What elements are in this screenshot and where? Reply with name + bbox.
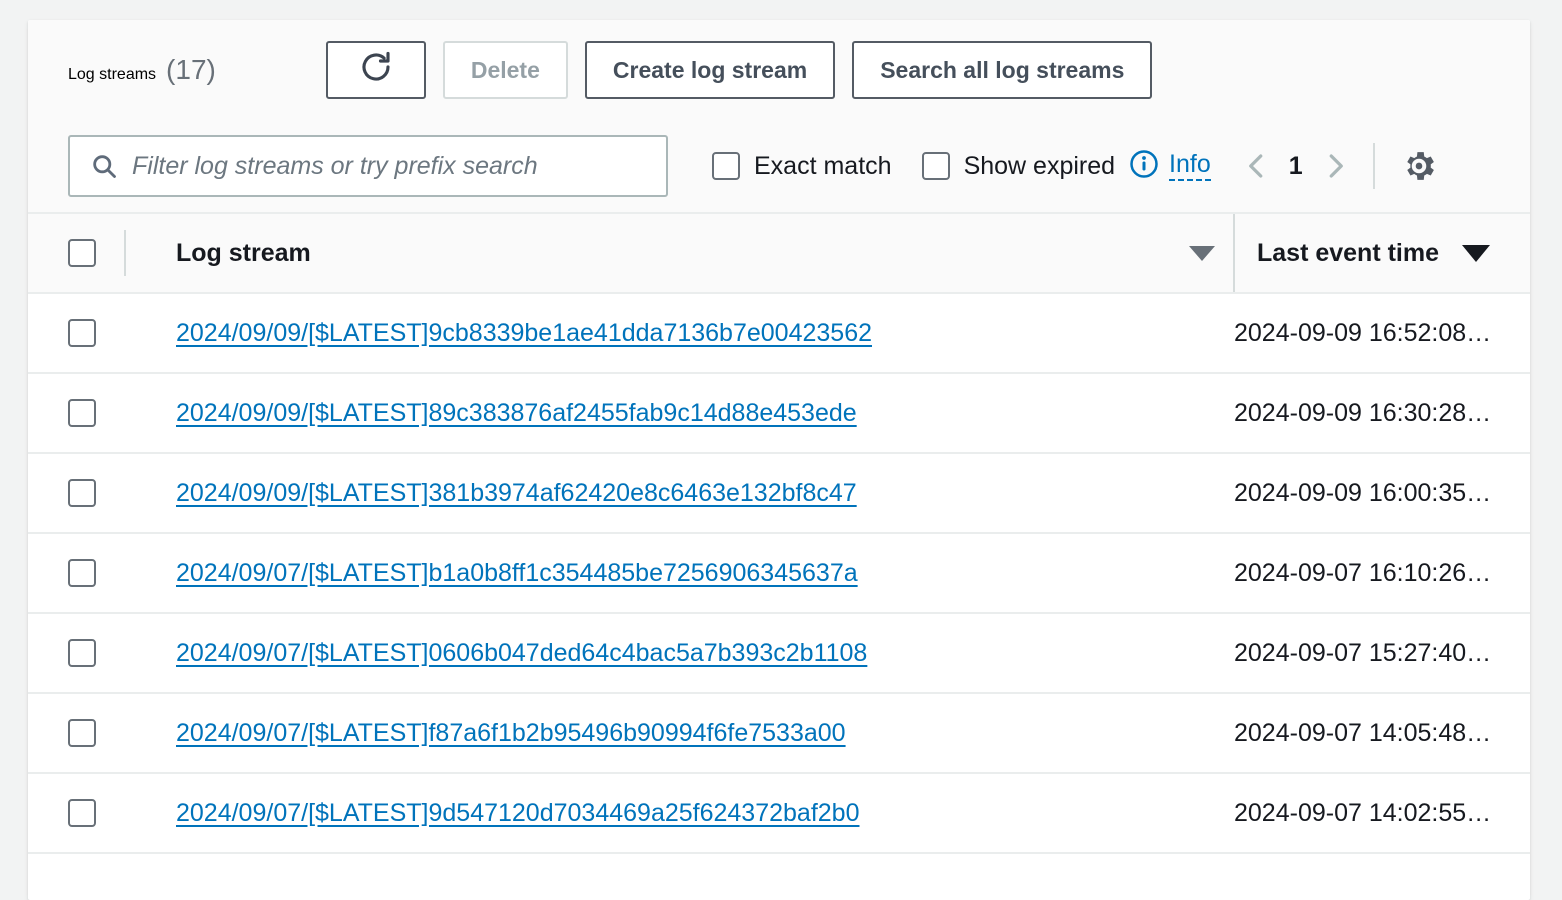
row-select-cell — [28, 613, 144, 694]
column-header-log-stream-label: Log stream — [176, 238, 311, 267]
row-select-cell — [28, 453, 144, 534]
table-row[interactable]: 2024/09/09/[$LATEST]9cb8339be1ae41dda713… — [28, 293, 1530, 374]
exact-match-label: Exact match — [754, 151, 892, 180]
log-stream-link[interactable]: 2024/09/07/[$LATEST]f87a6f1b2b95496b9099… — [144, 719, 846, 748]
pagination: 1 — [1237, 143, 1441, 189]
row-checkbox[interactable] — [68, 319, 96, 347]
filter-row: Exact match Show expired Info — [28, 120, 1530, 212]
delete-button[interactable]: Delete — [442, 41, 568, 99]
row-checkbox[interactable] — [68, 799, 96, 827]
header-divider — [124, 230, 126, 276]
show-expired-checkbox[interactable] — [921, 152, 950, 180]
pagination-prev-button[interactable] — [1237, 146, 1277, 186]
exact-match-checkbox[interactable] — [712, 152, 740, 180]
row-select-cell — [28, 373, 144, 454]
row-select-cell — [28, 293, 144, 374]
row-log-stream-cell: 2024/09/09/[$LATEST]381b3974af62420e8c64… — [144, 453, 1234, 534]
search-all-log-streams-button[interactable]: Search all log streams — [852, 41, 1153, 99]
log-stream-link[interactable]: 2024/09/09/[$LATEST]9cb8339be1ae41dda713… — [144, 319, 872, 348]
log-streams-table: Log stream Last event time 2024/09/09/[$… — [28, 212, 1530, 854]
pagination-page-1[interactable]: 1 — [1277, 152, 1315, 181]
search-icon — [90, 152, 118, 180]
row-checkbox[interactable] — [68, 719, 96, 747]
row-log-stream-cell: 2024/09/07/[$LATEST]9d547120d7034469a25f… — [144, 773, 1234, 854]
column-header-last-event-time[interactable]: Last event time — [1233, 212, 1530, 294]
filter-search-box[interactable] — [68, 135, 668, 197]
refresh-button[interactable] — [325, 41, 426, 99]
row-log-stream-cell: 2024/09/09/[$LATEST]89c383876af2455fab9c… — [144, 373, 1234, 454]
page-title-text: Log streams — [68, 66, 157, 83]
row-log-stream-cell: 2024/09/09/[$LATEST]9cb8339be1ae41dda713… — [144, 293, 1234, 374]
row-select-cell — [28, 773, 144, 854]
table-row[interactable]: 2024/09/07/[$LATEST]0606b047ded64c4bac5a… — [28, 613, 1530, 694]
column-header-last-event-time-label: Last event time — [1257, 238, 1440, 267]
table-row[interactable]: 2024/09/07/[$LATEST]9d547120d7034469a25f… — [28, 773, 1530, 854]
caret-down-icon — [1462, 244, 1490, 262]
row-last-event-time: 2024-09-09 16:00:35… — [1234, 453, 1530, 534]
row-last-event-time: 2024-09-09 16:30:28… — [1234, 373, 1530, 454]
table-row[interactable]: 2024/09/09/[$LATEST]89c383876af2455fab9c… — [28, 373, 1530, 454]
row-select-cell — [28, 693, 144, 774]
table-row[interactable]: 2024/09/07/[$LATEST]b1a0b8ff1c354485be72… — [28, 533, 1530, 614]
log-stream-link[interactable]: 2024/09/07/[$LATEST]b1a0b8ff1c354485be72… — [144, 559, 858, 588]
panel-header: Log streams (17) Delete Create log strea… — [28, 20, 1530, 212]
log-stream-link[interactable]: 2024/09/07/[$LATEST]9d547120d7034469a25f… — [144, 799, 859, 828]
refresh-icon — [358, 49, 394, 91]
show-expired-label: Show expired — [963, 151, 1116, 180]
row-last-event-time: 2024-09-07 16:10:26… — [1234, 533, 1530, 614]
table-row[interactable]: 2024/09/09/[$LATEST]381b3974af62420e8c64… — [28, 453, 1530, 534]
page-title: Log streams (17) — [68, 54, 216, 86]
caret-down-icon — [1189, 245, 1215, 261]
column-header-log-stream[interactable]: Log stream — [144, 212, 1234, 294]
row-last-event-time: 2024-09-07 15:27:40… — [1234, 613, 1530, 694]
row-log-stream-cell: 2024/09/07/[$LATEST]f87a6f1b2b95496b9099… — [144, 693, 1234, 774]
filter-options: Exact match Show expired Info — [712, 149, 1211, 184]
table-header-row: Log stream Last event time — [28, 212, 1530, 294]
table-row[interactable]: 2024/09/07/[$LATEST]f87a6f1b2b95496b9099… — [28, 693, 1530, 774]
select-all-header — [28, 212, 144, 294]
gear-icon[interactable] — [1397, 144, 1441, 188]
info-circle-icon — [1129, 149, 1159, 184]
row-checkbox[interactable] — [68, 639, 96, 667]
row-checkbox[interactable] — [68, 399, 96, 427]
row-log-stream-cell: 2024/09/07/[$LATEST]b1a0b8ff1c354485be72… — [144, 533, 1234, 614]
header-actions-row: Log streams (17) Delete Create log strea… — [28, 20, 1530, 120]
info-label: Info — [1169, 151, 1211, 182]
table-body: 2024/09/09/[$LATEST]9cb8339be1ae41dda713… — [28, 293, 1530, 854]
log-stream-link[interactable]: 2024/09/07/[$LATEST]0606b047ded64c4bac5a… — [144, 639, 867, 668]
log-stream-link[interactable]: 2024/09/09/[$LATEST]381b3974af62420e8c64… — [144, 479, 857, 508]
row-select-cell — [28, 533, 144, 614]
pagination-next-button[interactable] — [1315, 146, 1355, 186]
log-stream-count: (17) — [166, 54, 216, 85]
row-checkbox[interactable] — [68, 479, 96, 507]
filter-search-input[interactable] — [132, 151, 652, 181]
log-stream-link[interactable]: 2024/09/09/[$LATEST]89c383876af2455fab9c… — [144, 399, 857, 428]
row-last-event-time: 2024-09-07 14:05:48… — [1234, 693, 1530, 774]
log-streams-panel: Log streams (17) Delete Create log strea… — [28, 20, 1530, 900]
pagination-divider — [1372, 143, 1375, 189]
row-last-event-time: 2024-09-07 14:02:55… — [1234, 773, 1530, 854]
create-log-stream-button[interactable]: Create log stream — [584, 41, 836, 99]
info-link[interactable]: Info — [1129, 149, 1211, 184]
select-all-checkbox[interactable] — [68, 239, 96, 267]
row-checkbox[interactable] — [68, 559, 96, 587]
row-log-stream-cell: 2024/09/07/[$LATEST]0606b047ded64c4bac5a… — [144, 613, 1234, 694]
row-last-event-time: 2024-09-09 16:52:08… — [1234, 293, 1530, 374]
